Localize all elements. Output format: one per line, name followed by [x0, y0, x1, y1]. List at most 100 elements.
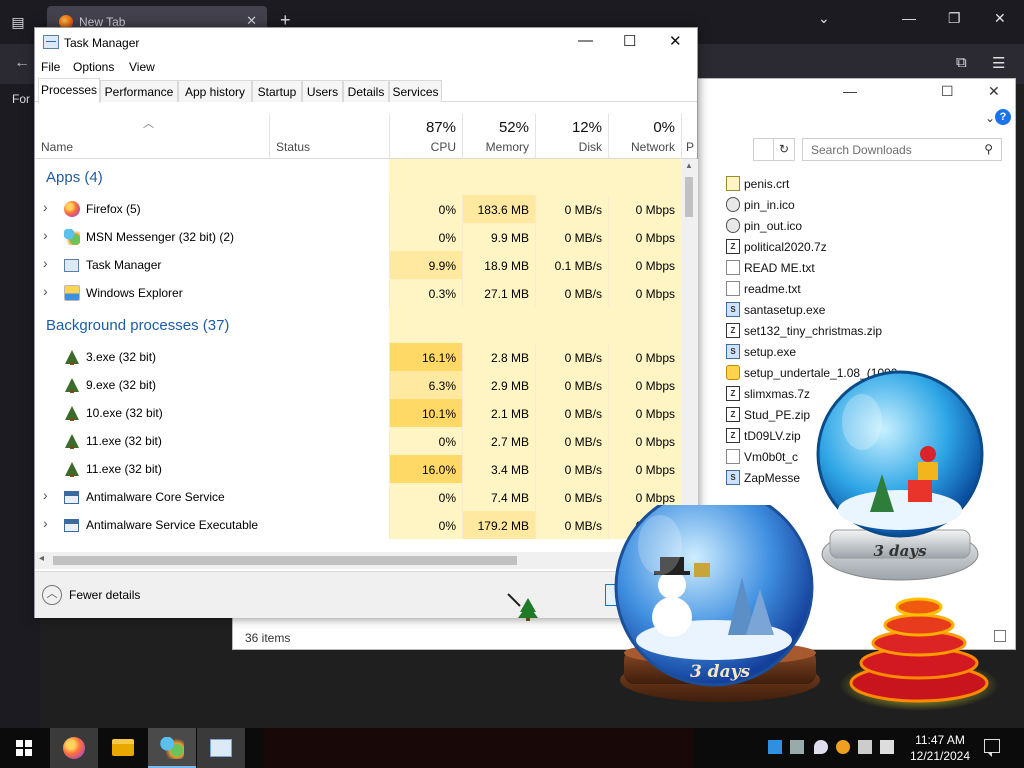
tab-services[interactable]: Services — [389, 80, 442, 102]
file-item[interactable]: Zset132_tiny_christmas.zip — [726, 320, 897, 341]
tray-app-icon[interactable] — [768, 740, 782, 754]
restore-icon[interactable]: ❐ — [948, 10, 961, 27]
extensions-icon[interactable]: ⧉ — [956, 54, 967, 71]
chevron-right-icon[interactable]: › — [43, 227, 48, 243]
search-input[interactable]: Search Downloads ⚲ — [802, 138, 1002, 161]
menu-file[interactable]: File — [41, 60, 60, 74]
tab-startup[interactable]: Startup — [252, 80, 302, 102]
network-icon[interactable] — [858, 740, 872, 754]
tab-performance[interactable]: Performance — [100, 80, 178, 102]
minimize-icon[interactable]: — — [843, 83, 857, 99]
process-row[interactable]: › MSN Messenger (32 bit) (2) 0% 9.9 MB 0 MB/… — [35, 223, 681, 251]
scroll-left-icon[interactable]: ◂ — [39, 553, 44, 564]
file-name: Vm0b0t_c — [744, 449, 799, 464]
process-row[interactable]: › Antimalware Core Service 0% 7.4 MB 0 MB/s 0… — [35, 483, 681, 511]
start-button[interactable] — [0, 728, 48, 768]
horizontal-scrollbar[interactable]: ◂ — [35, 552, 681, 569]
column-status[interactable]: Status — [269, 114, 389, 159]
tab-app-history[interactable]: App history — [178, 80, 252, 102]
file-item[interactable]: penis.crt — [726, 173, 897, 194]
close-icon[interactable]: ✕ — [988, 83, 1000, 100]
column-disk[interactable]: 12% Disk — [535, 114, 608, 159]
menu-icon[interactable]: ☰ — [992, 54, 1005, 72]
tab-details[interactable]: Details — [343, 80, 389, 102]
chevron-right-icon[interactable]: › — [43, 283, 48, 299]
column-network[interactable]: 0% Network — [608, 114, 681, 159]
chevron-right-icon[interactable]: › — [43, 255, 48, 271]
file-item[interactable]: readme.txt — [726, 278, 897, 299]
tab-list-icon[interactable]: ▤ — [8, 12, 28, 32]
chevron-right-icon[interactable]: › — [43, 487, 48, 503]
process-cpu-value: 0% — [438, 435, 456, 449]
taskbar-msn-messenger[interactable] — [148, 728, 196, 768]
column-cpu[interactable]: 87% CPU — [389, 114, 462, 159]
chevron-right-icon[interactable]: › — [43, 199, 48, 215]
process-cpu-value: 6.3% — [428, 379, 456, 393]
tab-processes[interactable]: Processes — [38, 78, 100, 103]
menu-view[interactable]: View — [129, 60, 155, 74]
process-row[interactable]: › Antimalware Service Executable 0% 179.2 M… — [35, 511, 681, 539]
minimize-icon[interactable]: — — [578, 32, 593, 49]
column-memory[interactable]: 52% Memory — [462, 114, 535, 159]
process-row[interactable]: › Firefox (5) 0% 183.6 MB 0 MB/s 0 Mbps — [35, 195, 681, 223]
file-name: READ ME.txt — [744, 260, 815, 275]
file-item[interactable]: pin_out.ico — [726, 215, 897, 236]
maximize-icon[interactable]: ☐ — [623, 32, 636, 50]
search-tray-icon[interactable] — [836, 740, 850, 754]
file-item[interactable]: Ssantasetup.exe — [726, 299, 897, 320]
process-network-cell: 0 Mbps — [608, 195, 681, 223]
close-icon[interactable]: ✕ — [669, 32, 682, 50]
tab-users[interactable]: Users — [302, 80, 343, 102]
window-title: Task Manager — [64, 36, 140, 50]
file-item[interactable]: Ssetup.exe — [726, 341, 897, 362]
column-name[interactable]: ︿ Name — [35, 114, 269, 159]
taskbar-firefox[interactable] — [50, 728, 98, 768]
process-disk-value: 0 MB/s — [564, 351, 602, 365]
countdown-label: 3 days — [690, 662, 751, 682]
process-row[interactable]: › Windows Explorer 0.3% 27.1 MB 0 MB/s 0 Mbps — [35, 279, 681, 307]
volume-muted-icon[interactable] — [880, 740, 894, 754]
process-network-cell: 0 Mbps — [608, 251, 681, 279]
process-row[interactable]: 3.exe (32 bit) 16.1% 2.8 MB 0 MB/s 0 Mbps — [35, 343, 681, 371]
process-row[interactable]: 9.exe (32 bit) 6.3% 2.9 MB 0 MB/s 0 Mbps — [35, 371, 681, 399]
scroll-thumb[interactable] — [53, 556, 517, 565]
file-item[interactable]: READ ME.txt — [726, 257, 897, 278]
process-row[interactable]: 11.exe (32 bit) 0% 2.7 MB 0 MB/s 0 Mbps — [35, 427, 681, 455]
back-icon[interactable]: ← — [14, 54, 30, 72]
task-manager-window: Task Manager — ☐ ✕ File Options View Pro… — [34, 27, 698, 618]
process-memory-value: 18.9 MB — [484, 259, 529, 273]
chevron-right-icon[interactable]: › — [43, 515, 48, 531]
file-item[interactable]: Zpolitical2020.7z — [726, 236, 897, 257]
maximize-icon[interactable]: ☐ — [941, 83, 954, 100]
refresh-icon[interactable]: ↻ — [773, 138, 795, 161]
column-cpu-label: CPU — [430, 140, 456, 154]
chevron-up-icon[interactable]: ︿ — [42, 585, 62, 605]
scroll-up-icon[interactable]: ▲ — [685, 161, 693, 170]
file-item[interactable]: pin_in.ico — [726, 194, 897, 215]
process-name: 3.exe (32 bit) — [86, 350, 157, 364]
drop-icon[interactable] — [814, 740, 828, 754]
fewer-details-link[interactable]: Fewer details — [69, 588, 140, 602]
chevron-down-icon[interactable]: ⌄ — [985, 111, 995, 125]
process-row[interactable]: 10.exe (32 bit) 10.1% 2.1 MB 0 MB/s 0 Mbps — [35, 399, 681, 427]
vertical-scrollbar[interactable]: ▲ — [681, 159, 698, 552]
title-bar[interactable]: Task Manager — ☐ ✕ — [35, 28, 697, 58]
scroll-thumb[interactable] — [685, 177, 693, 217]
notification-icon[interactable] — [984, 739, 1000, 757]
group-cell-bg — [535, 159, 608, 195]
column-power[interactable]: P — [681, 114, 698, 159]
process-row[interactable]: 11.exe (32 bit) 16.0% 3.4 MB 0 MB/s 0 Mbps — [35, 455, 681, 483]
system-clock[interactable]: 11:47 AM 12/21/2024 — [902, 732, 978, 764]
menu-options[interactable]: Options — [73, 60, 114, 74]
list-all-tabs-icon[interactable]: ⌄ — [818, 10, 830, 27]
close-icon[interactable]: ✕ — [994, 10, 1006, 27]
file-name: readme.txt — [744, 281, 801, 296]
minimize-icon[interactable]: — — [902, 10, 916, 26]
process-network-cell: 0 Mbps — [608, 371, 681, 399]
help-icon[interactable]: ? — [995, 109, 1011, 125]
process-row[interactable]: › Task Manager 9.9% 18.9 MB 0.1 MB/s 0 Mbps — [35, 251, 681, 279]
taskbar-empty-area — [264, 728, 694, 768]
taskbar-file-explorer[interactable] — [99, 728, 147, 768]
network-share-icon[interactable] — [790, 740, 804, 754]
taskbar-task-manager[interactable] — [197, 728, 245, 768]
